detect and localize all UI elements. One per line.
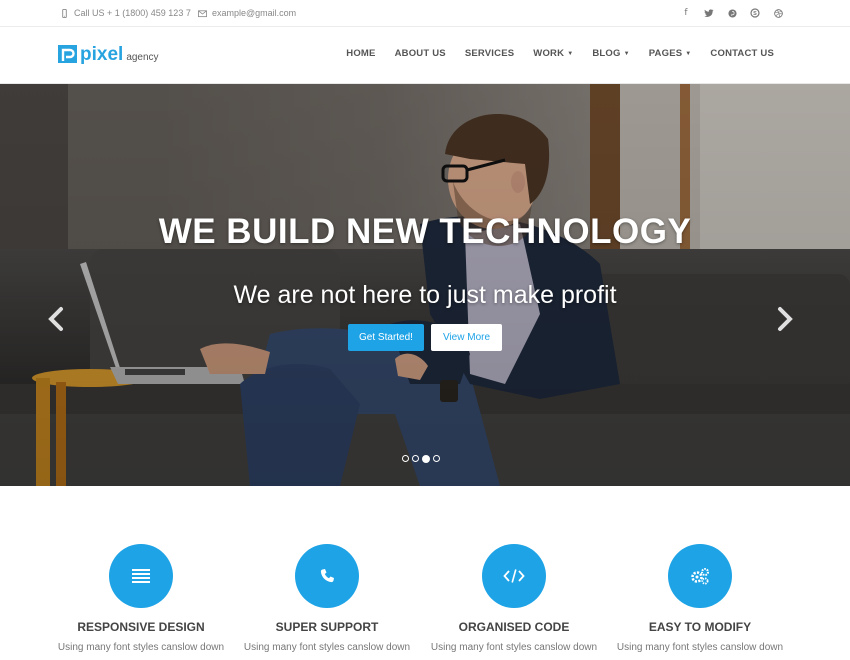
mobile-icon xyxy=(62,8,67,18)
nav-services[interactable]: SERVICES xyxy=(465,48,514,59)
skype-icon[interactable]: S xyxy=(749,7,761,19)
feature-title: SUPER SUPPORT xyxy=(275,620,379,634)
pinterest-icon[interactable] xyxy=(726,7,738,19)
nav-pages[interactable]: PAGES ▼ xyxy=(649,48,692,59)
features-section: RESPONSIVE DESIGN Using many font styles… xyxy=(0,486,850,660)
dribbble-icon[interactable] xyxy=(772,7,784,19)
nav-work[interactable]: WORK ▼ xyxy=(533,48,573,59)
feature-super-support: SUPER SUPPORT Using many font styles can… xyxy=(237,544,417,654)
feature-responsive-design: RESPONSIVE DESIGN Using many font styles… xyxy=(51,544,231,654)
slider-dot-2[interactable] xyxy=(412,455,419,462)
envelope-icon xyxy=(198,9,207,17)
email-contact[interactable]: example@gmail.com xyxy=(198,8,296,18)
nav-home[interactable]: HOME xyxy=(346,48,375,59)
logo[interactable]: pixel agency xyxy=(58,44,159,64)
slider-dot-4[interactable] xyxy=(433,455,440,462)
nav-services-label: SERVICES xyxy=(464,48,515,59)
list-icon xyxy=(132,569,150,583)
top-bar: Call US + 1 (1800) 459 123 7 example@gma… xyxy=(0,0,850,27)
site-header: pixel agency HOME ABOUT US SERVICES WORK… xyxy=(0,27,850,84)
main-nav: HOME ABOUT US SERVICES WORK ▼ BLOG ▼ PAGES… xyxy=(327,48,774,59)
chevron-down-icon: ▼ xyxy=(623,51,630,57)
svg-text:S: S xyxy=(753,11,757,17)
feature-easy-to-modify: EASY TO MODIFY Using many font styles ca… xyxy=(610,544,790,654)
nav-pages-label: PAGES xyxy=(648,48,683,59)
feature-organised-code: ORGANISED CODE Using many font styles ca… xyxy=(424,544,604,654)
logo-sub: agency xyxy=(126,52,159,63)
feature-title: ORGANISED CODE xyxy=(458,620,570,634)
facebook-icon[interactable]: f xyxy=(680,7,692,19)
chevron-down-icon: ▼ xyxy=(685,51,692,57)
nav-blog[interactable]: BLOG ▼ xyxy=(592,48,629,59)
hero-buttons: Get Started! View More xyxy=(0,324,850,351)
nav-contact-us[interactable]: CONTACT US xyxy=(710,48,774,59)
phone-icon xyxy=(320,569,334,583)
nav-contact-us-label: CONTACT US xyxy=(710,48,774,59)
hero-subtitle: We are not here to just make profit xyxy=(233,281,617,309)
email-text: example@gmail.com xyxy=(212,8,297,18)
gears-icon xyxy=(691,568,709,585)
nav-blog-label: BLOG xyxy=(592,48,621,59)
feature-icon-circle xyxy=(295,544,359,608)
twitter-icon[interactable] xyxy=(703,7,715,19)
get-started-button[interactable]: Get Started! xyxy=(348,324,424,351)
feature-description: Using many font styles canslow down xyxy=(57,642,225,653)
phone-text: Call US + 1 (1800) 459 123 7 xyxy=(74,8,191,18)
hero-title: WE BUILD NEW TECHNOLOGY xyxy=(158,212,692,251)
feature-icon-circle xyxy=(668,544,732,608)
feature-icon-circle xyxy=(482,544,546,608)
social-links: f S xyxy=(680,7,784,19)
feature-title: EASY TO MODIFY xyxy=(648,620,752,634)
feature-description: Using many font styles canslow down xyxy=(243,642,411,653)
phone-contact: Call US + 1 (1800) 459 123 7 xyxy=(60,8,191,18)
feature-icon-circle xyxy=(109,544,173,608)
slider-dots xyxy=(402,454,440,463)
code-icon xyxy=(503,569,525,583)
nav-about-us[interactable]: ABOUT US xyxy=(395,48,446,59)
view-more-button[interactable]: View More xyxy=(431,324,502,351)
feature-description: Using many font styles canslow down xyxy=(430,642,598,653)
nav-home-label: HOME xyxy=(346,48,376,59)
slider-dot-3[interactable] xyxy=(422,454,430,463)
logo-name: pixel xyxy=(80,44,124,65)
slider-dot-1[interactable] xyxy=(402,455,409,462)
chevron-down-icon: ▼ xyxy=(567,51,574,57)
nav-work-label: WORK xyxy=(533,48,565,59)
feature-description: Using many font styles canslow down xyxy=(616,642,784,653)
feature-title: RESPONSIVE DESIGN xyxy=(77,620,205,634)
nav-about-us-label: ABOUT US xyxy=(394,48,446,59)
logo-mark-icon xyxy=(58,45,77,63)
